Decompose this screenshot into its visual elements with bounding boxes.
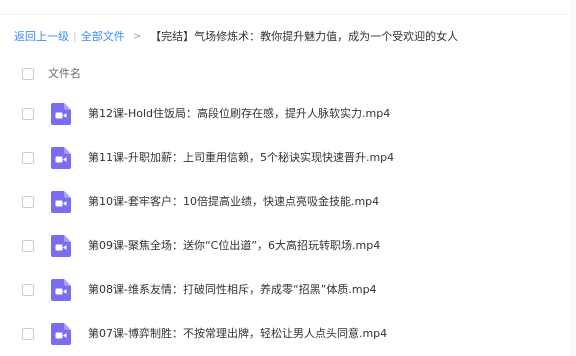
video-file-icon	[51, 147, 71, 169]
file-checkbox[interactable]	[22, 240, 34, 252]
file-checkbox[interactable]	[22, 108, 34, 120]
file-name[interactable]: 第11课-升职加薪：上司重用信赖，5个秘诀实现快速晋升.mp4	[88, 149, 394, 167]
breadcrumb-divider: |	[73, 30, 77, 43]
video-file-icon	[51, 103, 71, 125]
breadcrumb: 返回上一级 | 全部文件 > 【完结】气场修炼术：教你提升魅力值，成为一个受欢迎…	[14, 29, 458, 45]
file-browser-page: 返回上一级 | 全部文件 > 【完结】气场修炼术：教你提升魅力值，成为一个受欢迎…	[0, 0, 576, 356]
back-link[interactable]: 返回上一级	[14, 29, 69, 45]
current-folder-title: 【完结】气场修炼术：教你提升魅力值，成为一个受欢迎的女人	[150, 30, 459, 43]
video-file-icon	[51, 235, 71, 257]
file-row[interactable]: 第12课-Hold住饭局：高段位刷存在感，提升人脉软实力.mp4	[0, 92, 576, 136]
file-checkbox[interactable]	[22, 328, 34, 340]
all-files-link[interactable]: 全部文件	[81, 29, 125, 45]
file-row[interactable]: 第09课-聚焦全场：送你“C位出道”，6大高招玩转职场.mp4	[0, 224, 576, 268]
file-checkbox[interactable]	[22, 196, 34, 208]
file-row[interactable]: 第07课-博弈制胜：不按常理出牌，轻松让男人点头同意.mp4	[0, 312, 576, 356]
video-file-icon	[51, 191, 71, 213]
video-file-icon	[51, 279, 71, 301]
file-name[interactable]: 第07课-博弈制胜：不按常理出牌，轻松让男人点头同意.mp4	[88, 325, 387, 343]
scroll-edge	[570, 0, 576, 356]
file-checkbox[interactable]	[22, 284, 34, 296]
file-row[interactable]: 第08课-维系友情：打破同性相斥，养成零“招黑”体质.mp4	[0, 268, 576, 312]
file-name[interactable]: 第12课-Hold住饭局：高段位刷存在感，提升人脉软实力.mp4	[88, 105, 390, 123]
list-header: 文件名	[0, 62, 576, 86]
file-checkbox[interactable]	[22, 152, 34, 164]
video-file-icon	[51, 323, 71, 345]
filename-column-header[interactable]: 文件名	[48, 66, 81, 82]
breadcrumb-arrow-icon: >	[132, 31, 142, 42]
top-bar-divider	[0, 0, 576, 15]
file-name[interactable]: 第10课-套牢客户：10倍提高业绩，快速点亮吸金技能.mp4	[88, 193, 379, 211]
file-row[interactable]: 第10课-套牢客户：10倍提高业绩，快速点亮吸金技能.mp4	[0, 180, 576, 224]
file-name[interactable]: 第09课-聚焦全场：送你“C位出道”，6大高招玩转职场.mp4	[88, 237, 380, 255]
file-row[interactable]: 第11课-升职加薪：上司重用信赖，5个秘诀实现快速晋升.mp4	[0, 136, 576, 180]
file-name[interactable]: 第08课-维系友情：打破同性相斥，养成零“招黑”体质.mp4	[88, 281, 377, 299]
select-all-checkbox[interactable]	[22, 68, 34, 80]
